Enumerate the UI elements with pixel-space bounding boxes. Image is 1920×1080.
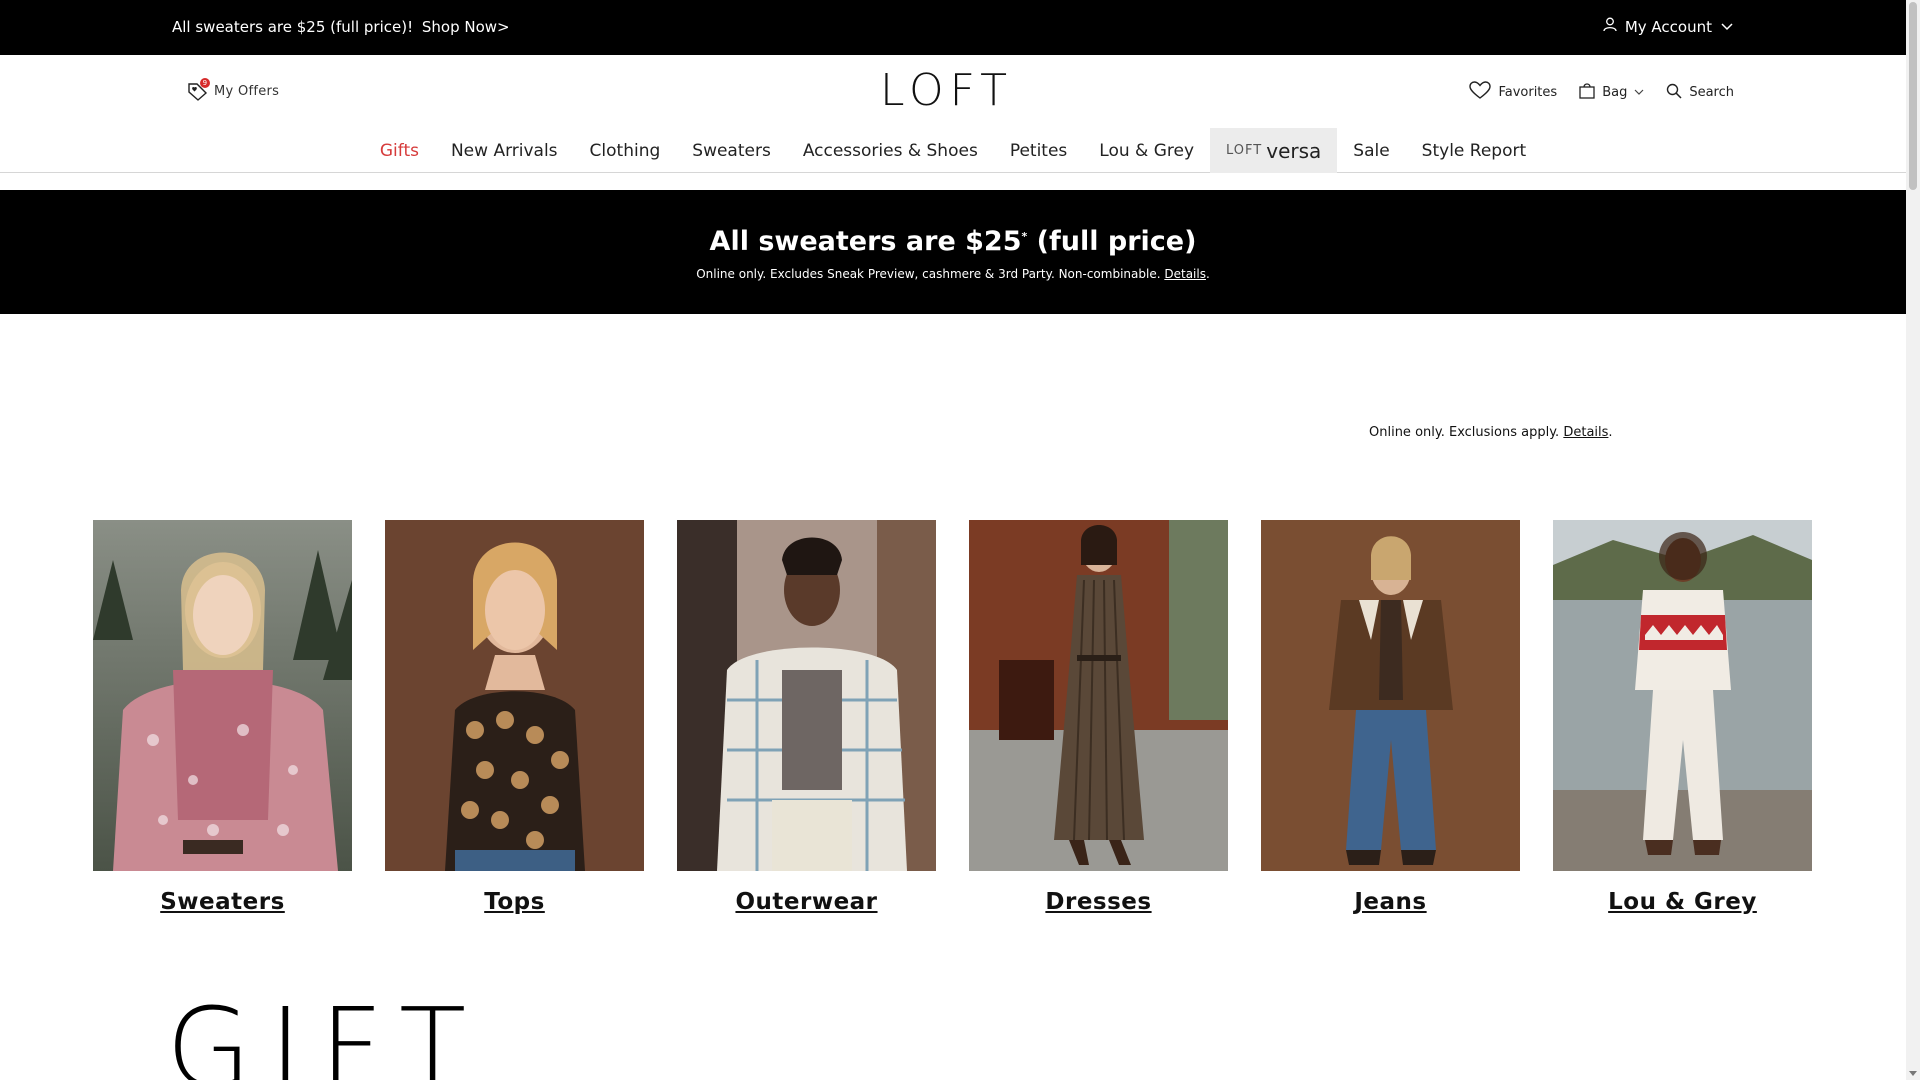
category-card-dresses[interactable]: Dresses — [969, 520, 1228, 915]
scroll-down-arrow-icon[interactable] — [1909, 1071, 1917, 1076]
exclusions-note: Online only. Exclusions apply. Details. — [1369, 425, 1613, 440]
gift-section-heading: GIFT — [166, 993, 485, 1080]
bag-link[interactable]: Bag — [1579, 82, 1644, 103]
site-header: 9 My Offers LOFT Favorites Bag Search Gi… — [0, 55, 1906, 173]
bag-label: Bag — [1602, 85, 1628, 100]
promo-top-bar: All sweaters are $25 (full price)! Shop … — [0, 0, 1906, 55]
category-label-jeans[interactable]: Jeans — [1354, 889, 1426, 915]
tag-heart-icon: 9 — [186, 78, 210, 101]
banner-subtext-copy: Online only. Excludes Sneak Preview, cas… — [696, 267, 1161, 281]
category-label-outerwear[interactable]: Outerwear — [735, 889, 877, 915]
tops-photo[interactable] — [385, 520, 644, 871]
category-label-dresses[interactable]: Dresses — [1045, 889, 1151, 915]
favorites-label: Favorites — [1498, 85, 1558, 100]
banner-subtext: Online only. Excludes Sneak Preview, cas… — [696, 267, 1210, 281]
category-label-lou-grey[interactable]: Lou & Grey — [1608, 889, 1757, 915]
category-label-sweaters[interactable]: Sweaters — [160, 889, 285, 915]
category-grid: Sweaters Tops Outerwear Dresses Jeans Lo… — [93, 520, 1812, 915]
nav-item-lou-grey[interactable]: Lou & Grey — [1083, 128, 1210, 173]
jeans-photo[interactable] — [1261, 520, 1520, 871]
sweaters-photo[interactable] — [93, 520, 352, 871]
headline-part-b: (full price) — [1027, 226, 1197, 257]
bag-icon — [1579, 82, 1595, 103]
banner-headline: All sweaters are $25* (full price) — [0, 226, 1906, 257]
main-navigation: Gifts New Arrivals Clothing Sweaters Acc… — [0, 128, 1906, 173]
offers-count-badge: 9 — [200, 78, 210, 88]
nav-item-accessories-shoes[interactable]: Accessories & Shoes — [787, 128, 994, 173]
outerwear-photo[interactable] — [677, 520, 936, 871]
loft-versa-word: versa — [1266, 138, 1322, 163]
nav-item-sale[interactable]: Sale — [1337, 128, 1405, 173]
heart-icon — [1469, 81, 1492, 104]
page-scrollbar[interactable] — [1906, 0, 1920, 1080]
top-promo-text: All sweaters are $25 (full price)! — [172, 18, 414, 36]
loft-versa-prefix: LOFT — [1226, 143, 1263, 158]
nav-item-style-report[interactable]: Style Report — [1406, 128, 1542, 173]
my-offers-label: My Offers — [214, 83, 280, 99]
chevron-down-icon — [1720, 18, 1734, 36]
dresses-photo[interactable] — [969, 520, 1228, 871]
category-card-jeans[interactable]: Jeans — [1261, 520, 1520, 915]
top-promo: All sweaters are $25 (full price)! Shop … — [172, 18, 510, 36]
nav-item-loft-versa[interactable]: LOFT versa — [1210, 128, 1338, 173]
category-card-sweaters[interactable]: Sweaters — [93, 520, 352, 915]
my-account-menu[interactable]: My Account — [1603, 17, 1734, 36]
exclusions-text: Online only. Exclusions apply. — [1369, 425, 1560, 440]
category-card-outerwear[interactable]: Outerwear — [677, 520, 936, 915]
nav-item-clothing[interactable]: Clothing — [574, 128, 677, 173]
banner-details-link[interactable]: Details — [1164, 267, 1206, 281]
header-utilities: Favorites Bag Search — [1469, 81, 1734, 104]
category-card-tops[interactable]: Tops — [385, 520, 644, 915]
category-card-lou-grey[interactable]: Lou & Grey — [1553, 520, 1812, 915]
nav-item-new-arrivals[interactable]: New Arrivals — [435, 128, 574, 173]
user-icon — [1603, 17, 1617, 36]
nav-item-gifts[interactable]: Gifts — [364, 128, 435, 173]
favorites-link[interactable]: Favorites — [1469, 81, 1557, 104]
scrollbar-thumb[interactable] — [1909, 2, 1917, 190]
nav-item-petites[interactable]: Petites — [994, 128, 1083, 173]
loft-logo[interactable]: LOFT — [880, 65, 1013, 116]
chevron-down-icon — [1634, 85, 1644, 100]
headline-part-a: All sweaters are $25 — [709, 226, 1022, 257]
my-account-label: My Account — [1624, 17, 1712, 36]
search-link[interactable]: Search — [1666, 83, 1734, 103]
exclusions-details-link[interactable]: Details — [1563, 425, 1608, 440]
search-icon — [1666, 83, 1682, 103]
sweater-promo-banner[interactable]: All sweaters are $25* (full price) Onlin… — [0, 190, 1906, 314]
my-offers-link[interactable]: 9 My Offers — [186, 78, 280, 101]
category-label-tops[interactable]: Tops — [484, 889, 545, 915]
lou-grey-photo[interactable] — [1553, 520, 1812, 871]
search-label: Search — [1689, 85, 1734, 100]
nav-item-sweaters[interactable]: Sweaters — [676, 128, 787, 173]
shop-now-link[interactable]: Shop Now> — [422, 18, 510, 36]
